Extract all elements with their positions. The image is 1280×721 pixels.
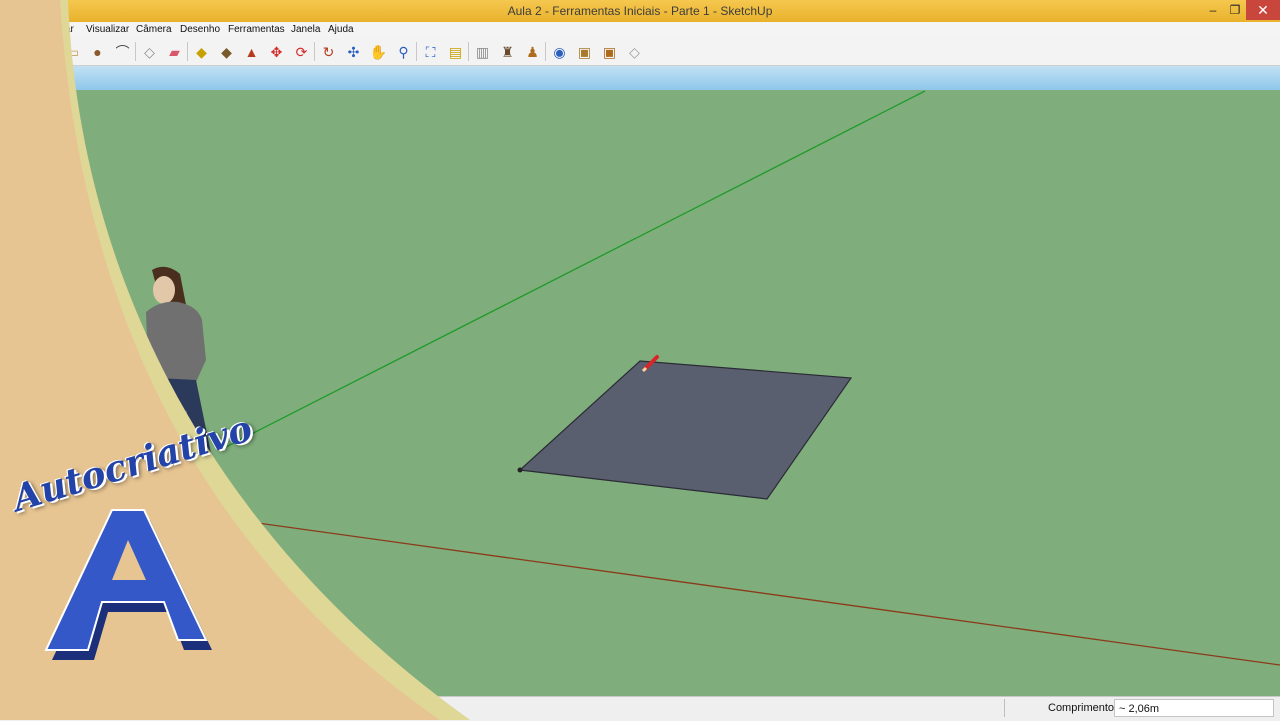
channel-overlay: A <box>0 0 470 720</box>
